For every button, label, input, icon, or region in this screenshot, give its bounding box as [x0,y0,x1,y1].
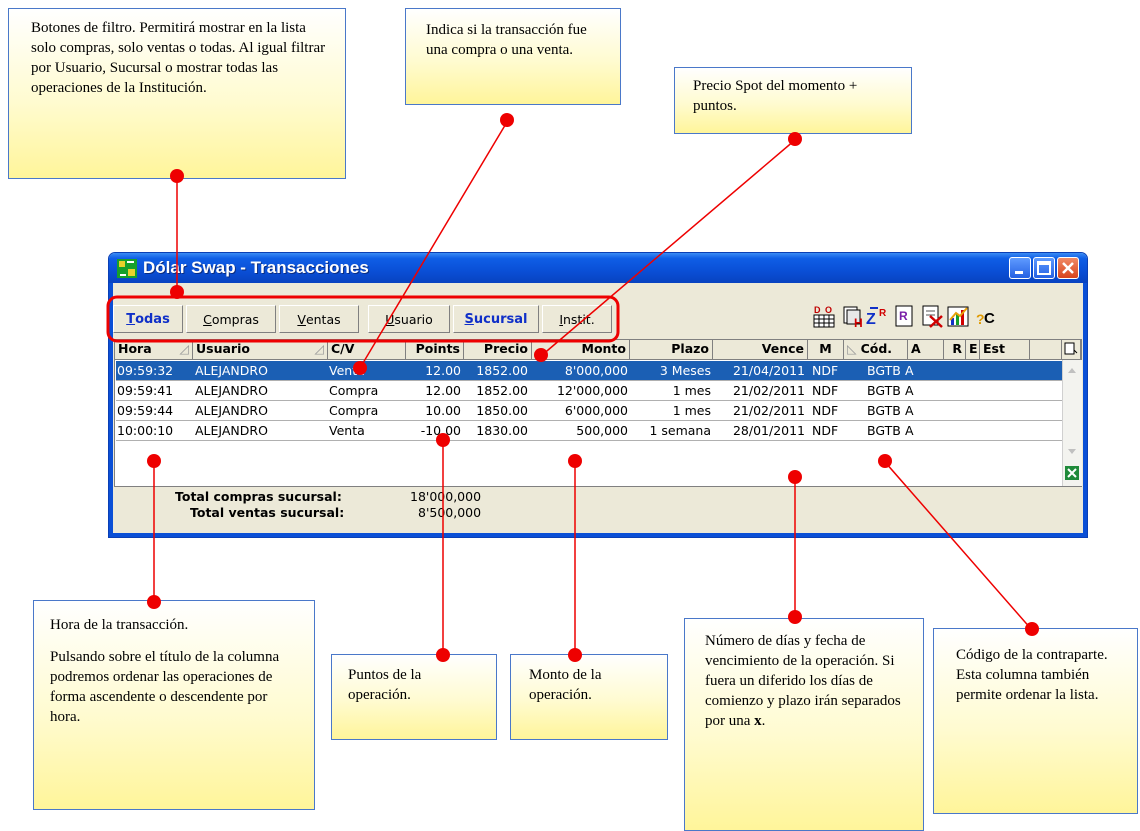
callout-line-precio [540,139,796,357]
callout-dot-hora-top [147,454,161,468]
callout-dot-filter-top [170,169,184,183]
callout-dot-precio-top [788,132,802,146]
callout-dot-precio-bottom [534,348,548,362]
callout-dot-plazo-top [788,470,802,484]
callout-dot-hora-bottom [147,595,161,609]
callout-dots [147,113,1039,662]
callout-dot-filter-bottom [170,285,184,299]
callout-dot-monto-bottom [568,648,582,662]
callout-overlay [106,113,1039,662]
callout-dot-codigo-top [878,454,892,468]
callout-dot-puntos-top [436,433,450,447]
callout-dot-plazo-bottom [788,610,802,624]
callout-dot-codigo-bottom [1025,622,1039,636]
filter-buttons-highlight [106,295,620,343]
callout-line-cv [359,121,508,369]
callout-dot-monto-top [568,454,582,468]
callout-dot-cv-top [500,113,514,127]
callout-dot-puntos-bottom [436,648,450,662]
callout-dot-cv-bottom [353,361,367,375]
callout-line-codigo [884,461,1033,631]
callout-lines [153,121,1033,656]
